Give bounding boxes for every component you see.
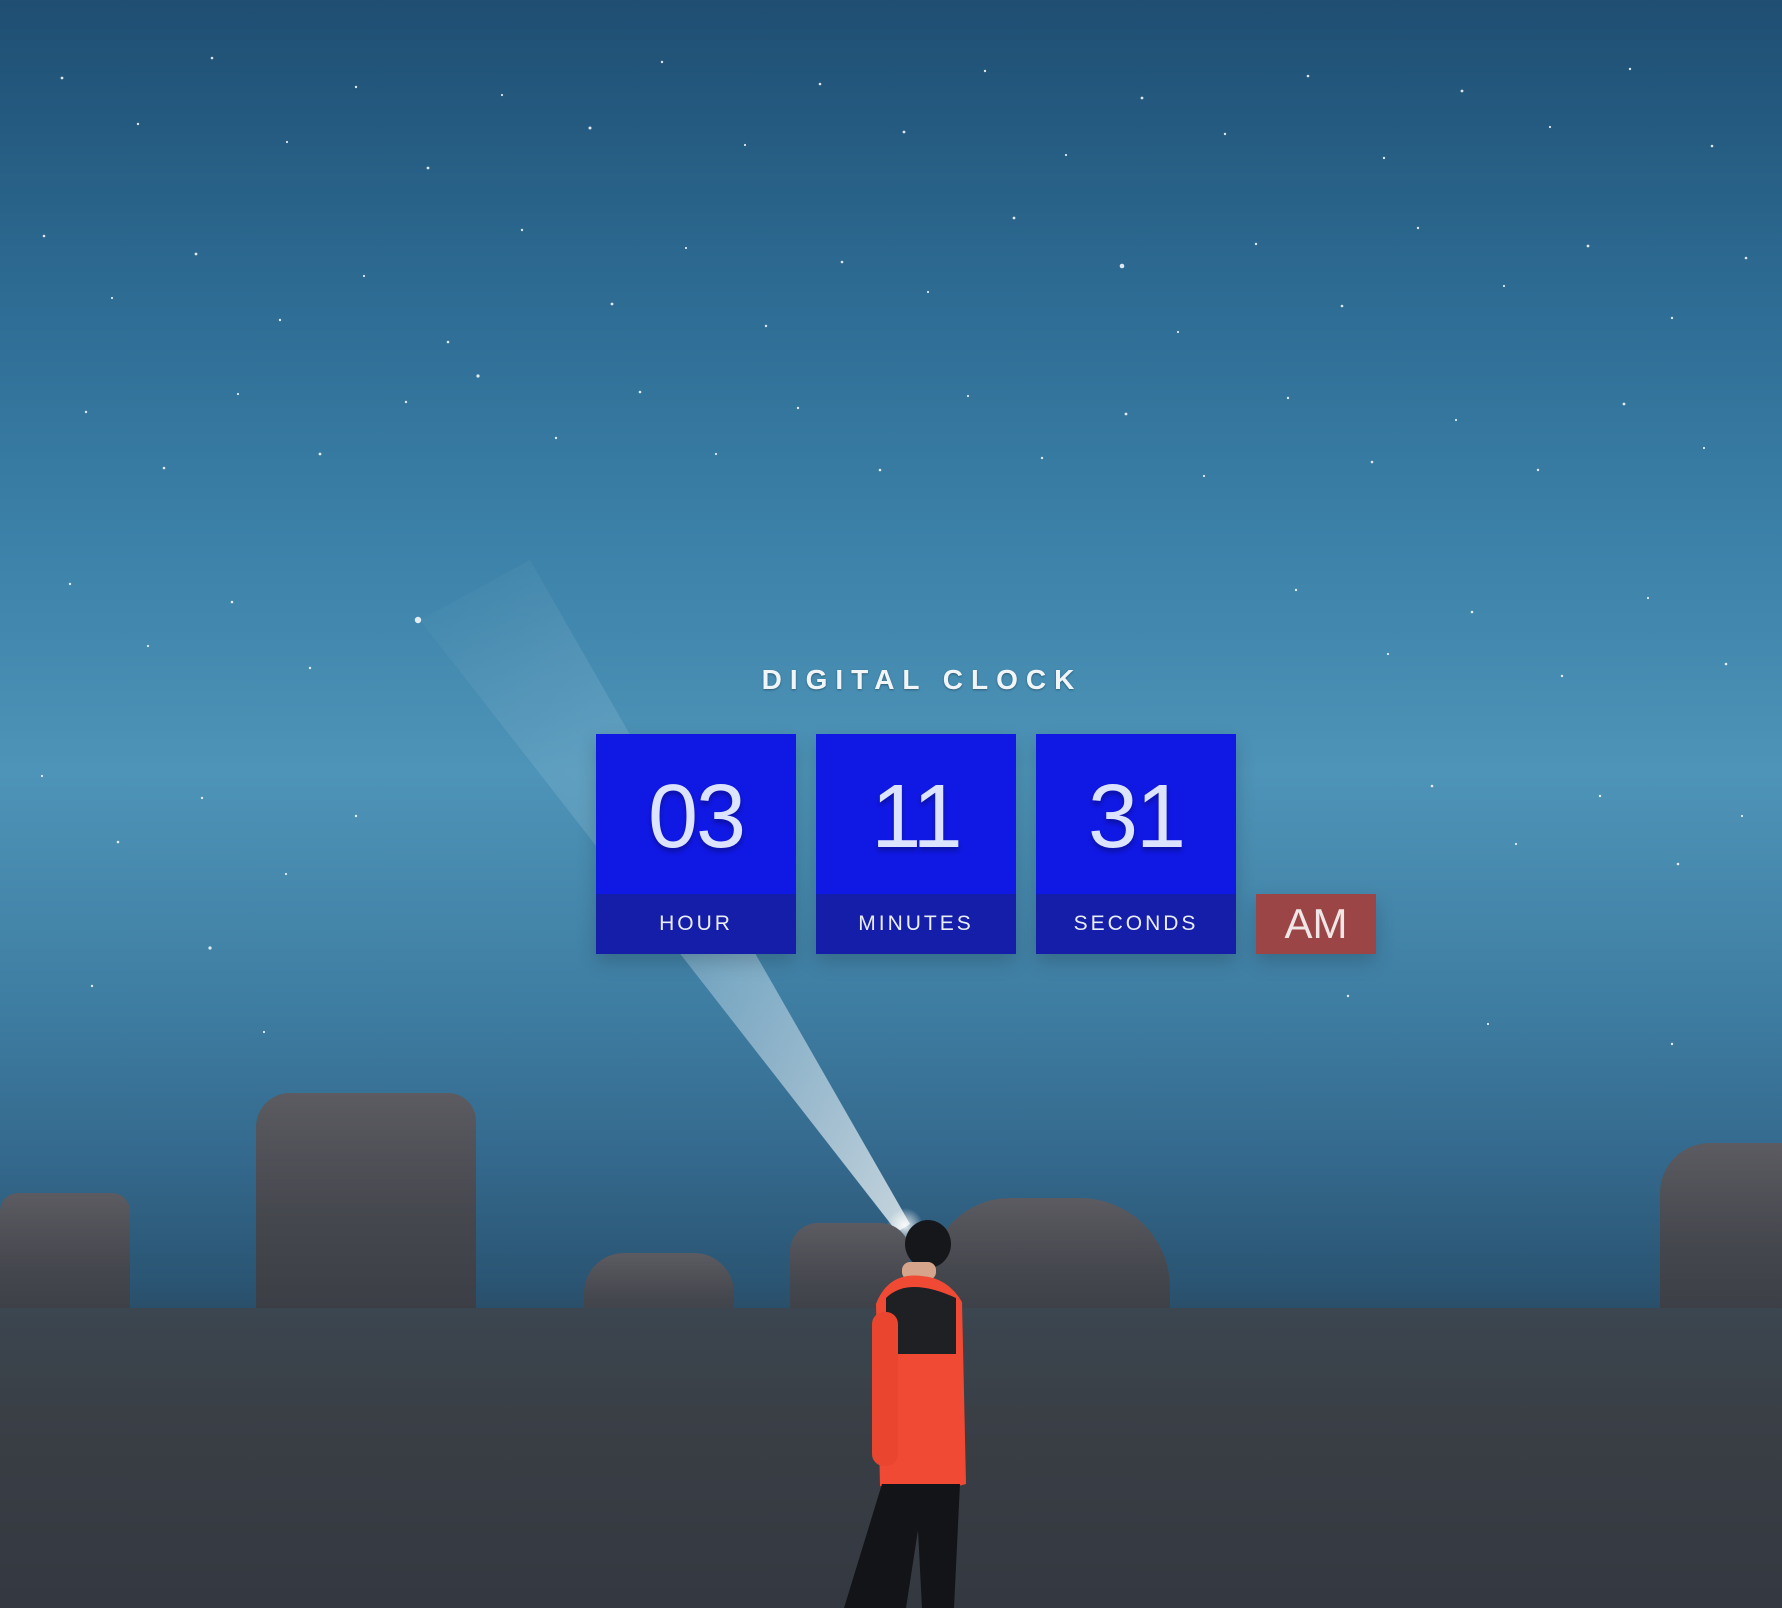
seconds-label: SECONDS [1036, 894, 1236, 954]
minutes-card: 11 MINUTES [816, 734, 1016, 954]
clock-row: 03 HOUR 11 MINUTES 31 SECONDS AM [596, 734, 1376, 954]
seconds-value: 31 [1036, 734, 1236, 894]
hour-label: HOUR [596, 894, 796, 954]
minutes-label: MINUTES [816, 894, 1016, 954]
seconds-card: 31 SECONDS [1036, 734, 1236, 954]
hour-value: 03 [596, 734, 796, 894]
am-pm-indicator: AM [1256, 894, 1376, 954]
digital-clock-widget: DIGITAL CLOCK 03 HOUR 11 MINUTES 31 SECO… [596, 664, 1376, 964]
clock-title: DIGITAL CLOCK [761, 664, 1083, 695]
rock-formation-large [256, 1093, 476, 1343]
hour-card: 03 HOUR [596, 734, 796, 954]
person-with-headlamp [844, 1220, 966, 1608]
minutes-value: 11 [816, 734, 1016, 894]
